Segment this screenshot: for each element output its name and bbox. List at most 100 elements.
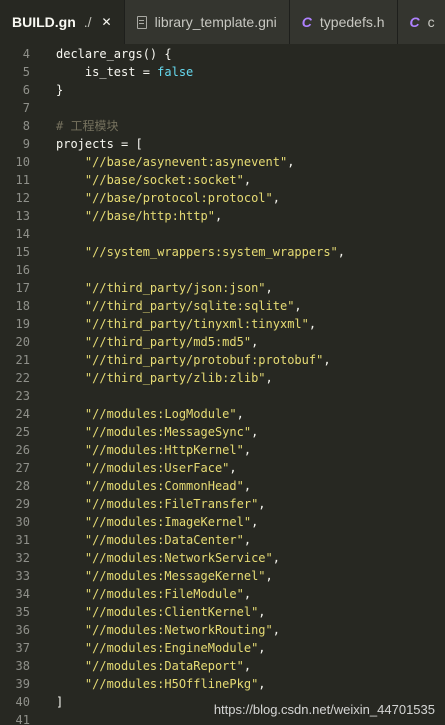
line-number: 15 — [15, 245, 30, 259]
code-text: "//base/http:http", — [56, 207, 222, 225]
code-token: , — [243, 479, 252, 493]
string-literal: "//modules:HttpKernel" — [84, 443, 244, 457]
code-line[interactable]: 13 "//base/http:http", — [0, 207, 445, 225]
code-token: , — [243, 533, 252, 547]
code-line[interactable]: 31 "//modules:DataCenter", — [0, 531, 445, 549]
code-line[interactable]: 6} — [0, 81, 445, 99]
close-icon[interactable]: ✕ — [102, 15, 112, 29]
code-text: "//modules:LogModule", — [56, 405, 244, 423]
line-number: 41 — [15, 713, 30, 725]
code-line[interactable]: 18 "//third_party/sqlite:sqlite", — [0, 297, 445, 315]
code-text: "//modules:ClientKernel", — [56, 603, 266, 621]
code-line[interactable]: 27 "//modules:UserFace", — [0, 459, 445, 477]
code-text: "//third_party/json:json", — [56, 279, 273, 297]
line-number: 34 — [15, 587, 30, 601]
code-line[interactable]: 12 "//base/protocol:protocol", — [0, 189, 445, 207]
code-line[interactable]: 39 "//modules:H5OfflinePkg", — [0, 675, 445, 693]
code-line[interactable]: 20 "//third_party/md5:md5", — [0, 333, 445, 351]
code-line[interactable]: 35 "//modules:ClientKernel", — [0, 603, 445, 621]
code-line[interactable]: 15 "//system_wrappers:system_wrappers", — [0, 243, 445, 261]
code-line[interactable]: 16 — [0, 261, 445, 279]
code-token: , — [251, 515, 259, 529]
line-number: 7 — [22, 101, 30, 115]
code-line[interactable]: 9 projects = [ — [0, 135, 445, 153]
code-line[interactable]: 33 "//modules:MessageKernel", — [0, 567, 445, 585]
line-number: 24 — [15, 407, 30, 421]
code-line[interactable]: 4 declare_args() { — [0, 45, 445, 63]
code-line[interactable]: 34 "//modules:FileModule", — [0, 585, 445, 603]
string-literal: "//modules:EngineModule" — [84, 641, 259, 655]
line-number: 6 — [22, 83, 30, 97]
code-token: ] — [56, 695, 64, 709]
code-text: "//modules:CommonHead", — [56, 477, 251, 495]
tab-build-gn[interactable]: BUILD.gn ./ ✕ — [0, 0, 125, 44]
line-number: 29 — [15, 497, 30, 511]
tab-library-template-gni[interactable]: library_template.gni — [124, 0, 290, 44]
code-text: "//modules:UserFace", — [56, 459, 237, 477]
code-line[interactable]: 19 "//third_party/tinyxml:tinyxml", — [0, 315, 445, 333]
code-token: , — [294, 299, 302, 313]
code-line[interactable]: 38 "//modules:DataReport", — [0, 657, 445, 675]
code-line[interactable]: 17 "//third_party/json:json", — [0, 279, 445, 297]
code-line[interactable]: 36 "//modules:NetworkRouting", — [0, 621, 445, 639]
code-text: "//base/socket:socket", — [56, 171, 251, 189]
code-line[interactable]: 30 "//modules:ImageKernel", — [0, 513, 445, 531]
line-number: 30 — [15, 515, 30, 529]
string-literal: "//third_party/tinyxml:tinyxml" — [84, 317, 309, 331]
string-literal: "//modules:MessageSync" — [84, 425, 252, 439]
code-line[interactable]: 24 "//modules:LogModule", — [0, 405, 445, 423]
watermark: https://blog.csdn.net/weixin_44701535 — [213, 702, 435, 717]
code-text: "//system_wrappers:system_wrappers", — [56, 243, 345, 261]
code-line[interactable]: 8 # 工程模块 — [0, 117, 445, 135]
code-line[interactable]: 32 "//modules:NetworkService", — [0, 549, 445, 567]
code-line[interactable]: 37 "//modules:EngineModule", — [0, 639, 445, 657]
code-text: ] — [56, 693, 63, 711]
code-line[interactable]: 10 "//base/asynevent:asynevent", — [0, 153, 445, 171]
string-literal: "//modules:DataCenter" — [84, 533, 244, 547]
code-token: , — [243, 443, 252, 457]
code-token: , — [265, 281, 273, 295]
string-literal: "//modules:NetworkService" — [84, 551, 273, 565]
code-line[interactable]: 25 "//modules:MessageSync", — [0, 423, 445, 441]
code-editor[interactable]: 4 declare_args() {5 is_test = false 6} 7 8 # … — [0, 44, 445, 725]
code-line[interactable]: 7 — [0, 99, 445, 117]
code-line[interactable]: 14 — [0, 225, 445, 243]
code-line[interactable]: 29 "//modules:FileTransfer", — [0, 495, 445, 513]
code-line[interactable]: 28 "//modules:CommonHead", — [0, 477, 445, 495]
code-text: "//modules:MessageKernel", — [56, 567, 273, 585]
code-line[interactable]: 21 "//third_party/protobuf:protobuf", — [0, 351, 445, 369]
code-line[interactable]: 26 "//modules:HttpKernel", — [0, 441, 445, 459]
code-line[interactable]: 23 — [0, 387, 445, 405]
code-line[interactable]: 22 "//third_party/zlib:zlib", — [0, 369, 445, 387]
line-number: 11 — [15, 173, 30, 187]
tab-label: library_template.gni — [154, 14, 277, 30]
string-literal: "//third_party/sqlite:sqlite" — [84, 299, 295, 313]
c-file-icon: C — [301, 14, 312, 30]
code-token: , — [243, 587, 252, 601]
line-number: 12 — [15, 191, 30, 205]
code-token: , — [258, 497, 266, 511]
line-number: 20 — [15, 335, 30, 349]
line-number: 23 — [15, 389, 30, 403]
tab-c[interactable]: Cc — [397, 0, 445, 44]
line-number: 40 — [15, 695, 30, 709]
code-token: , — [258, 677, 266, 691]
code-token: , — [265, 371, 273, 385]
code-token: , — [272, 191, 280, 205]
string-literal: "//base/socket:socket" — [84, 173, 244, 187]
line-number: 4 — [22, 47, 30, 61]
tab-typedefs-h[interactable]: Ctypedefs.h — [289, 0, 398, 44]
code-line[interactable]: 11 "//base/socket:socket", — [0, 171, 445, 189]
line-number: 22 — [15, 371, 30, 385]
code-line[interactable]: 5 is_test = false — [0, 63, 445, 81]
code-text: "//modules:ImageKernel", — [56, 513, 258, 531]
string-literal: "//modules:FileModule" — [84, 587, 244, 601]
